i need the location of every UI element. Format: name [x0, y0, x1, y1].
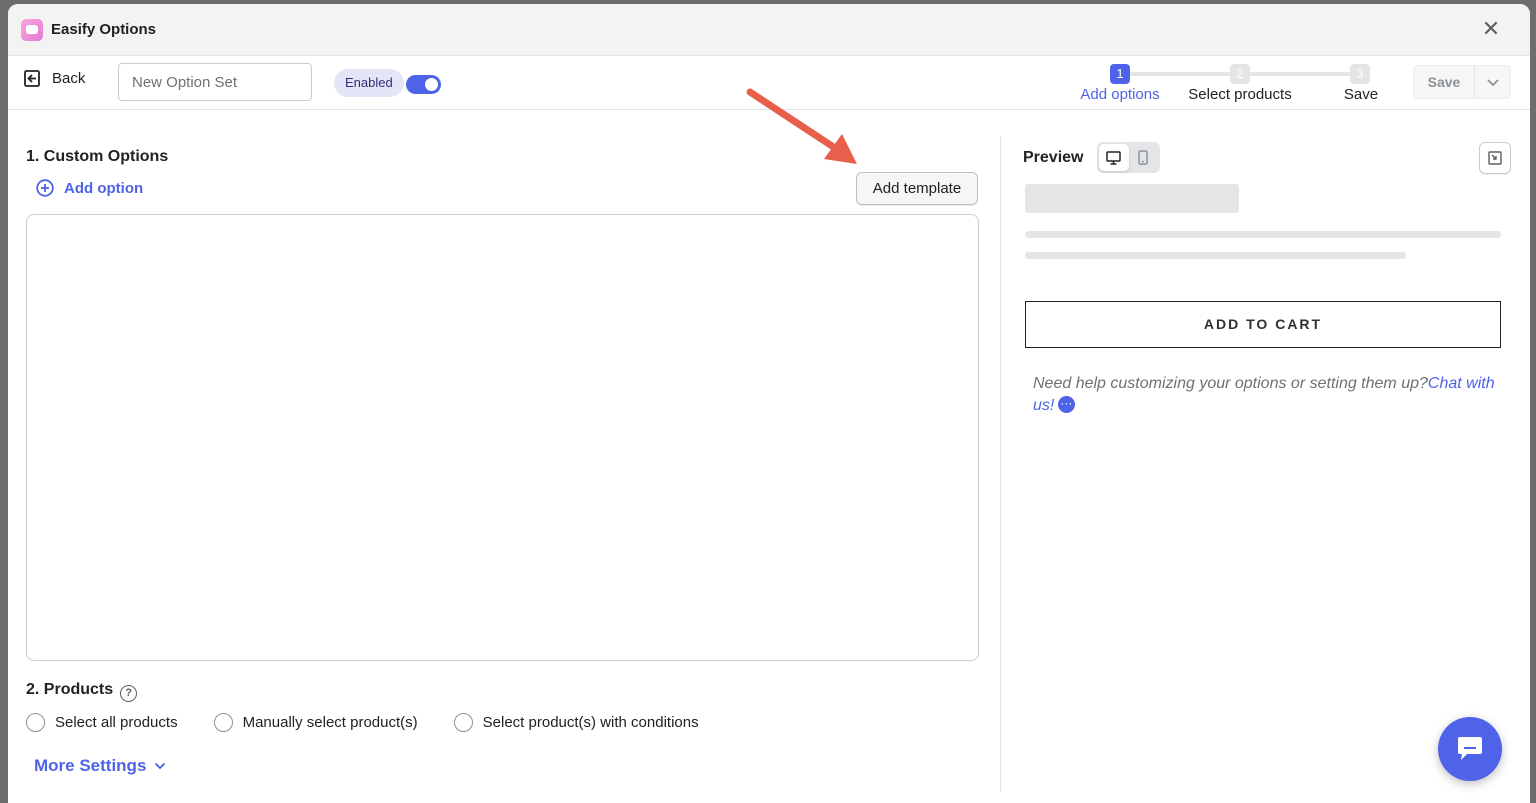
- annotation-arrow-icon: [746, 88, 857, 164]
- back-label: Back: [52, 70, 86, 87]
- radio-label: Select all products: [55, 714, 178, 731]
- text-skeleton: [1025, 231, 1501, 238]
- more-settings-label: More Settings: [34, 756, 147, 775]
- help-text: Need help customizing your options or se…: [1033, 373, 1503, 417]
- expand-preview-icon[interactable]: [1479, 142, 1511, 174]
- radio-select-all-products[interactable]: Select all products: [26, 713, 178, 732]
- product-selection-radios: Select all products Manually select prod…: [26, 713, 699, 732]
- custom-options-title: 1. Custom Options: [26, 148, 169, 165]
- editor-panel: 1. Custom Options Add option Add templat…: [8, 111, 1000, 803]
- plus-circle-icon: [36, 179, 54, 197]
- save-button[interactable]: Save: [1414, 66, 1474, 98]
- radio-circle: [213, 713, 233, 732]
- add-template-button[interactable]: Add template: [856, 172, 978, 205]
- radio-label: Select product(s) with conditions: [482, 714, 699, 731]
- radio-circle: [26, 713, 45, 732]
- chat-icon: [1058, 392, 1076, 414]
- title-skeleton: [1025, 184, 1239, 213]
- enabled-toggle[interactable]: [406, 75, 441, 94]
- options-list-area: [26, 214, 979, 661]
- radio-select-products-with-conditions[interactable]: Select product(s) with conditions: [453, 713, 699, 732]
- products-title: 2. Products?: [26, 681, 138, 702]
- device-view-toggle: [1097, 142, 1160, 173]
- chat-launcher-button[interactable]: [1438, 717, 1502, 781]
- text-skeleton: [1025, 252, 1406, 259]
- progress-steps: 1 2 3 Add options Select products Save: [1068, 61, 1408, 107]
- step-3-number: 3: [1350, 64, 1370, 84]
- step-3-label[interactable]: Save: [1344, 86, 1378, 103]
- more-settings-toggle[interactable]: More Settings: [34, 756, 166, 776]
- help-text-body: Need help customizing your options or se…: [1033, 375, 1428, 392]
- preview-panel: Preview ADD TO CART Need help customizin…: [1001, 111, 1530, 803]
- step-2-number: 2: [1230, 64, 1250, 84]
- easify-app-icon: [21, 18, 43, 41]
- step-1-number: 1: [1110, 64, 1130, 84]
- chat-icon: [1458, 737, 1482, 760]
- mobile-icon[interactable]: [1129, 144, 1159, 171]
- save-button-group: Save: [1413, 65, 1511, 99]
- step-1-label[interactable]: Add options: [1080, 86, 1159, 103]
- radio-manually-select-products[interactable]: Manually select product(s): [213, 713, 418, 732]
- radio-circle: [453, 713, 473, 732]
- status-badge: Enabled: [334, 69, 404, 97]
- close-icon[interactable]: ✕: [1480, 18, 1502, 40]
- add-option-label: Add option: [64, 179, 144, 197]
- products-title-text: 2. Products: [26, 681, 114, 698]
- step-2-label[interactable]: Select products: [1188, 86, 1291, 103]
- window-title: Easify Options: [51, 21, 157, 38]
- chevron-down-icon[interactable]: [1474, 66, 1510, 98]
- chevron-down-icon: [155, 762, 166, 770]
- preview-title: Preview: [1023, 149, 1084, 166]
- exit-icon: [24, 70, 40, 87]
- option-set-name-input[interactable]: [118, 63, 312, 101]
- back-button[interactable]: Back: [24, 70, 85, 87]
- add-option-button[interactable]: Add option: [36, 179, 143, 197]
- title-bar: Easify Options ✕: [8, 4, 1530, 56]
- radio-label: Manually select product(s): [242, 714, 418, 731]
- help-icon[interactable]: ?: [120, 685, 138, 702]
- add-to-cart-button[interactable]: ADD TO CART: [1025, 301, 1501, 348]
- desktop-icon[interactable]: [1099, 144, 1129, 171]
